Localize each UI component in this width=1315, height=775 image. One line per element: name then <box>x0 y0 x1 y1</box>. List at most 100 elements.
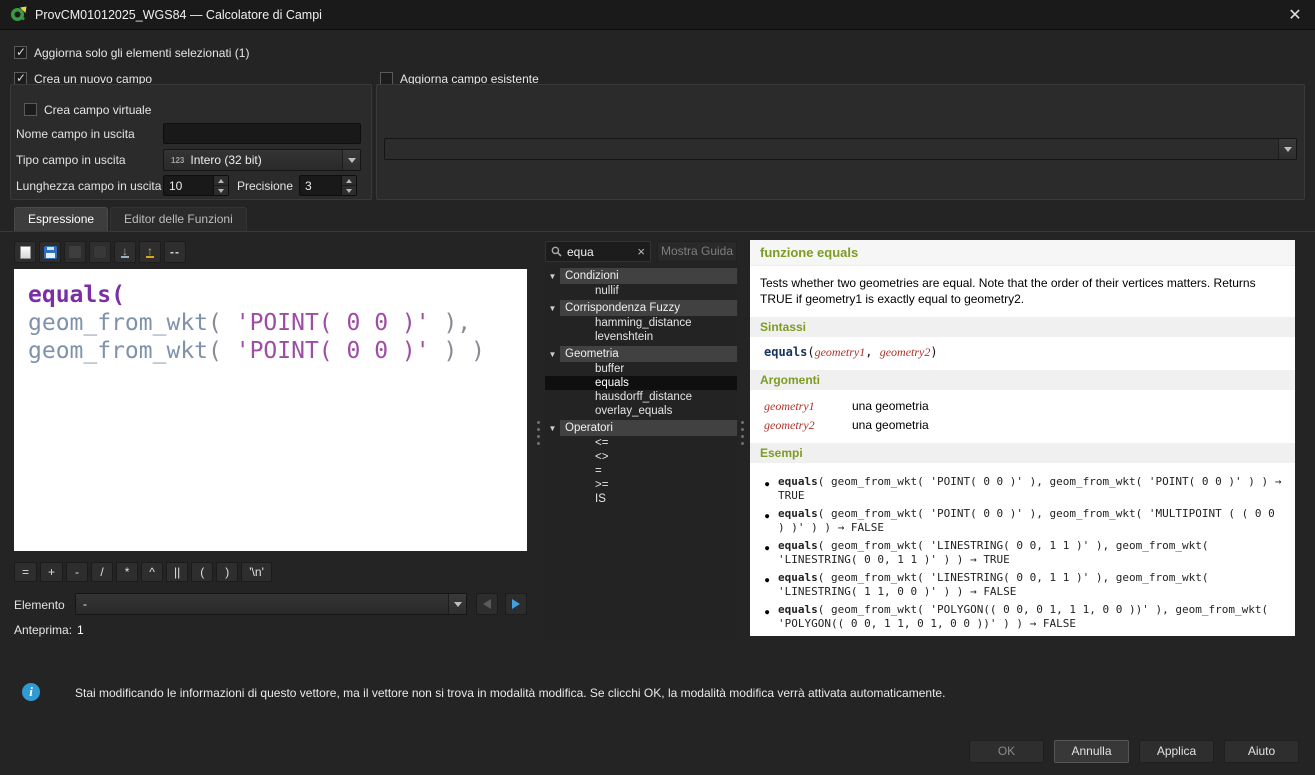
tree-group-header[interactable]: ▼Corrispondenza Fuzzy <box>545 300 737 316</box>
tree-item[interactable]: hamming_distance <box>545 316 737 330</box>
tab-bar: EspressioneEditor delle Funzioni <box>14 207 247 231</box>
update-selected-row: Aggiorna solo gli elementi selezionati (… <box>14 45 249 60</box>
tree-item[interactable]: >= <box>545 478 737 492</box>
precision-decrement-button[interactable] <box>342 185 356 195</box>
export-expression-icon <box>146 246 154 258</box>
field-type-select[interactable]: 123 Intero (32 bit) <box>163 149 361 171</box>
title-bar: ProvCM01012025_WGS84 — Calcolatore di Ca… <box>0 0 1315 30</box>
tree-item[interactable]: nullif <box>545 284 737 298</box>
info-icon: i <box>22 683 40 701</box>
splitter-left[interactable] <box>536 414 541 452</box>
field-length-stepper[interactable]: 10 <box>163 175 229 196</box>
caret-down-icon: ▼ <box>545 350 560 359</box>
expression-code: equals(geom_from_wkt( 'POINT( 0 0 )' ),g… <box>28 281 513 365</box>
field-type-label: Tipo campo in uscita <box>16 153 126 167</box>
field-type-value: Intero (32 bit) <box>190 153 261 167</box>
function-help-panel: funzione equals Tests whether two geomet… <box>750 240 1295 636</box>
close-button[interactable]: ✕ <box>1285 5 1305 25</box>
tree-group-header[interactable]: ▼Operatori <box>545 420 737 436</box>
update-selected-checkbox[interactable] <box>14 46 27 59</box>
open-disabled-icon <box>69 246 81 258</box>
aiuto-button[interactable]: Aiuto <box>1224 740 1299 763</box>
ok-button[interactable]: OK <box>969 740 1044 763</box>
field-precision-value: 3 <box>300 176 341 195</box>
operator-button[interactable]: - <box>66 562 88 582</box>
tab-espressione[interactable]: Espressione <box>14 207 108 231</box>
preview-value: 1 <box>77 623 84 637</box>
clear-search-icon[interactable]: × <box>637 245 645 258</box>
help-title: funzione equals <box>750 240 1295 266</box>
operator-button[interactable]: + <box>40 562 63 582</box>
tab-editor-delle-funzioni[interactable]: Editor delle Funzioni <box>110 207 247 231</box>
help-example: equals( geom_from_wkt( 'POINT( 0 0 )' ),… <box>778 507 1283 535</box>
window-title: ProvCM01012025_WGS84 — Calcolatore di Ca… <box>35 8 322 22</box>
search-value: equa <box>567 245 632 259</box>
caret-down-icon: ▼ <box>545 272 560 281</box>
help-example: equals( geom_from_wkt( 'POINT( 0 0 )' ),… <box>778 475 1283 503</box>
tree-item[interactable]: IS <box>545 492 737 506</box>
tree-item[interactable]: = <box>545 464 737 478</box>
new-expression-button[interactable] <box>14 241 36 263</box>
help-examples-heading: Esempi <box>750 443 1295 463</box>
tree-item[interactable]: buffer <box>545 362 737 376</box>
field-precision-stepper[interactable]: 3 <box>299 175 357 196</box>
comment-button[interactable]: -- <box>164 241 186 263</box>
editor-toolbar: -- <box>14 241 186 263</box>
tree-item[interactable]: <> <box>545 450 737 464</box>
import-expression-icon <box>121 246 129 258</box>
help-args-heading: Argomenti <box>750 370 1295 390</box>
open-disabled-button[interactable] <box>64 241 86 263</box>
existing-field-select[interactable] <box>384 138 1297 160</box>
virtual-field-checkbox[interactable] <box>24 103 37 116</box>
next-feature-button[interactable] <box>505 593 527 615</box>
save-expression-button[interactable] <box>39 241 61 263</box>
import-expression-button[interactable] <box>114 241 136 263</box>
field-length-label: Lunghezza campo in uscita <box>16 179 161 193</box>
new-expression-icon <box>20 246 31 259</box>
operator-button[interactable]: ) <box>216 562 238 582</box>
chevron-down-icon <box>1278 139 1296 159</box>
length-decrement-button[interactable] <box>214 185 228 195</box>
tree-item[interactable]: overlay_equals <box>545 404 737 418</box>
elemento-value: - <box>83 597 87 611</box>
export-expression-button[interactable] <box>139 241 161 263</box>
tree-group-header[interactable]: ▼Geometria <box>545 346 737 362</box>
tree-item[interactable]: levenshtein <box>545 330 737 344</box>
preview-row: Anteprima: 1 <box>14 623 84 637</box>
comment-icon: -- <box>170 245 180 259</box>
applica-button[interactable]: Applica <box>1139 740 1214 763</box>
precision-increment-button[interactable] <box>342 176 356 185</box>
elemento-label: Elemento <box>14 598 65 612</box>
operator-button[interactable]: ( <box>191 562 213 582</box>
tree-group-header[interactable]: ▼Condizioni <box>545 268 737 284</box>
annulla-button[interactable]: Annulla <box>1054 740 1129 763</box>
tree-item[interactable]: <= <box>545 436 737 450</box>
virtual-field-label: Crea campo virtuale <box>44 103 151 117</box>
function-tree: ▼Condizioninullif▼Corrispondenza Fuzzyha… <box>545 266 737 640</box>
field-name-input[interactable] <box>163 123 361 144</box>
tree-item[interactable]: equals <box>545 376 737 390</box>
arrow-left-icon <box>483 599 491 609</box>
expression-editor[interactable]: equals(geom_from_wkt( 'POINT( 0 0 )' ),g… <box>14 269 527 551</box>
operator-button[interactable]: / <box>91 562 113 582</box>
save-expression-icon <box>44 246 57 259</box>
integer-type-icon: 123 <box>171 156 184 165</box>
operator-button[interactable]: = <box>14 562 37 582</box>
help-example: equals( geom_from_wkt( 'LINESTRING( 0 0,… <box>778 539 1283 567</box>
tree-item[interactable]: hausdorff_distance <box>545 390 737 404</box>
search-icon <box>551 246 562 257</box>
operator-button[interactable]: '\n' <box>241 562 272 582</box>
splitter-right[interactable] <box>740 414 745 452</box>
show-help-button[interactable]: Mostra Guida <box>657 241 737 262</box>
function-search-input[interactable]: equa × <box>545 241 651 262</box>
qgis-logo-icon <box>10 6 27 23</box>
length-increment-button[interactable] <box>214 176 228 185</box>
operator-button[interactable]: ^ <box>141 562 163 582</box>
operator-button[interactable]: || <box>166 562 188 582</box>
operator-button[interactable]: * <box>116 562 138 582</box>
help-args: geometry1una geometriageometry2una geome… <box>750 390 1295 439</box>
field-precision-label: Precisione <box>237 179 293 193</box>
previous-feature-button[interactable] <box>476 593 498 615</box>
elemento-select[interactable]: - <box>75 593 467 615</box>
clear-disabled-button[interactable] <box>89 241 111 263</box>
